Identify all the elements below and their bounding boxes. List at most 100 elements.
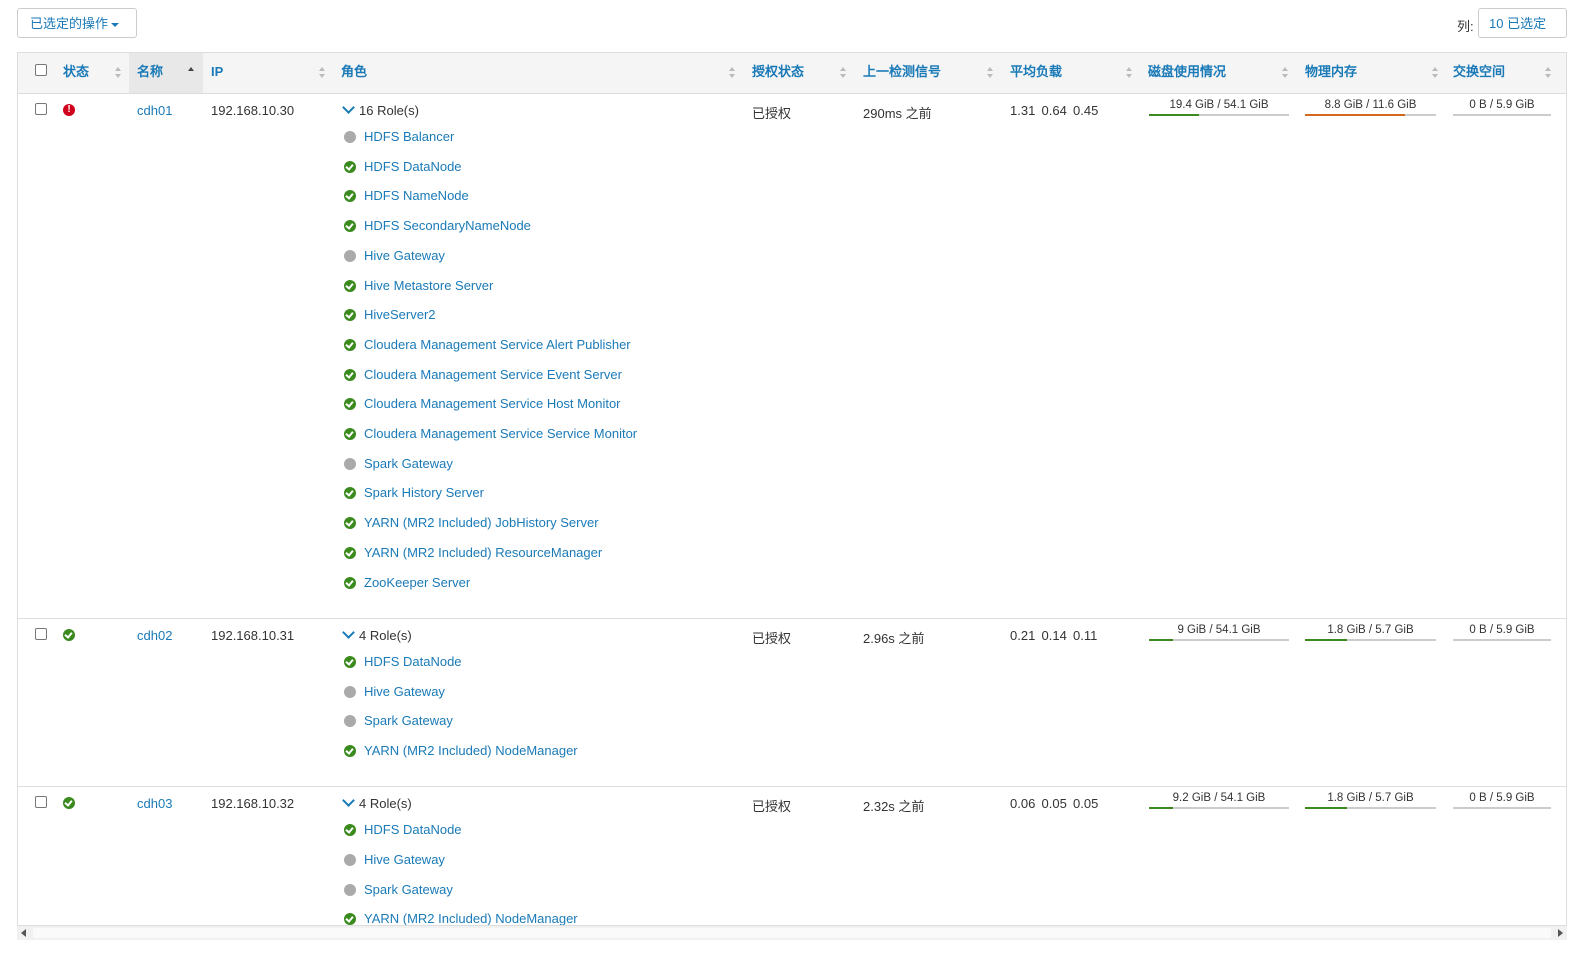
role-item[interactable]: Spark Gateway <box>344 882 724 898</box>
header-heartbeat[interactable]: 上一检测信号 <box>863 53 998 93</box>
select-all-checkbox[interactable] <box>35 64 47 76</box>
header-disk[interactable]: 磁盘使用情况 <box>1148 53 1293 93</box>
header-ip[interactable]: IP <box>211 53 329 93</box>
role-item[interactable]: YARN (MR2 Included) ResourceManager <box>344 545 724 561</box>
role-item[interactable]: Hive Gateway <box>344 248 724 264</box>
role-name-link[interactable]: HDFS Balancer <box>364 129 454 145</box>
role-item[interactable]: Hive Gateway <box>344 684 724 700</box>
scrollbar-thumb[interactable] <box>33 928 1551 938</box>
roles-toggle[interactable]: 16 Role(s) <box>342 101 419 118</box>
role-name-link[interactable]: Cloudera Management Service Host Monitor <box>364 396 621 412</box>
role-item[interactable]: HiveServer2 <box>344 307 724 323</box>
role-name-link[interactable]: HDFS DataNode <box>364 822 462 838</box>
role-item[interactable]: Hive Metastore Server <box>344 278 724 294</box>
role-item[interactable]: Cloudera Management Service Service Moni… <box>344 426 724 442</box>
role-item[interactable]: HDFS Balancer <box>344 129 724 145</box>
header-status[interactable]: 状态 <box>63 53 128 93</box>
role-item[interactable]: HDFS DataNode <box>344 822 724 838</box>
role-name-link[interactable]: YARN (MR2 Included) ResourceManager <box>364 545 602 561</box>
roles-toggle[interactable]: 4 Role(s) <box>342 626 412 643</box>
host-ip: 192.168.10.30 <box>211 103 295 118</box>
auth-status: 已授权 <box>752 630 792 646</box>
role-name-link[interactable]: Spark Gateway <box>364 882 453 898</box>
last-heartbeat: 2.32s 之前 <box>863 799 925 815</box>
header-load[interactable]: 平均负载 <box>1010 53 1135 93</box>
role-item[interactable]: HDFS SecondaryNameNode <box>344 218 724 234</box>
role-ok-icon <box>344 220 356 233</box>
roles-summary: 16 Role(s) <box>359 103 419 118</box>
role-item[interactable]: ZooKeeper Server <box>344 575 724 591</box>
row-checkbox[interactable] <box>35 103 47 115</box>
sort-icon <box>987 67 993 79</box>
horizontal-scrollbar[interactable] <box>17 926 1567 940</box>
role-item[interactable]: Spark Gateway <box>344 713 724 729</box>
sort-icon <box>1282 67 1288 79</box>
role-item[interactable]: YARN (MR2 Included) NodeManager <box>344 743 724 759</box>
role-item[interactable]: YARN (MR2 Included) JobHistory Server <box>344 515 724 531</box>
disk-usage-track <box>1149 638 1289 641</box>
role-item[interactable]: Spark Gateway <box>344 456 724 472</box>
header-swap[interactable]: 交换空间 <box>1453 53 1553 93</box>
role-item[interactable]: HDFS NameNode <box>344 188 724 204</box>
header-roles[interactable]: 角色 <box>341 53 741 93</box>
header-memory[interactable]: 物理内存 <box>1305 53 1440 93</box>
load-average-value: 0.06 <box>1010 796 1036 812</box>
role-ok-icon <box>344 279 356 292</box>
role-item[interactable]: HDFS DataNode <box>344 159 724 175</box>
role-name-link[interactable]: Spark Gateway <box>364 456 453 472</box>
role-name-link[interactable]: YARN (MR2 Included) NodeManager <box>364 743 578 759</box>
role-inactive-icon <box>344 131 356 143</box>
role-name-link[interactable]: HDFS DataNode <box>364 654 462 670</box>
host-name-link[interactable]: cdh02 <box>137 628 172 643</box>
header-auth[interactable]: 授权状态 <box>752 53 852 93</box>
scroll-left-icon[interactable] <box>21 929 26 937</box>
load-average-value: 0.21 <box>1010 627 1036 643</box>
role-name-link[interactable]: Cloudera Management Service Service Moni… <box>364 426 637 442</box>
role-name-link[interactable]: ZooKeeper Server <box>364 575 470 591</box>
host-name-link[interactable]: cdh03 <box>137 796 172 811</box>
roles-toggle[interactable]: 4 Role(s) <box>342 794 412 811</box>
header-roles-label: 角色 <box>341 64 368 79</box>
role-name-link[interactable]: HDFS SecondaryNameNode <box>364 218 531 234</box>
status-ok-icon <box>63 797 75 810</box>
role-ok-icon <box>344 368 356 381</box>
role-name-link[interactable]: Hive Gateway <box>364 852 445 868</box>
role-name-link[interactable]: YARN (MR2 Included) NodeManager <box>364 911 578 925</box>
role-ok-icon <box>344 398 356 411</box>
row-checkbox[interactable] <box>35 796 47 809</box>
role-item[interactable]: Hive Gateway <box>344 852 724 868</box>
memory-usage-track <box>1305 807 1436 810</box>
role-name-link[interactable]: Cloudera Management Service Event Server <box>364 367 622 383</box>
role-name-link[interactable]: HDFS DataNode <box>364 159 462 175</box>
role-name-link[interactable]: Cloudera Management Service Alert Publis… <box>364 337 631 353</box>
role-name-link[interactable]: Hive Gateway <box>364 684 445 700</box>
sort-icon <box>1545 67 1551 79</box>
role-inactive-icon <box>344 457 356 470</box>
selected-actions-button[interactable]: 已选定的操作 <box>17 8 137 38</box>
role-name-link[interactable]: Hive Gateway <box>364 248 445 264</box>
columns-select-button[interactable]: 10 已选定 <box>1478 8 1567 57</box>
scroll-right-icon[interactable] <box>1558 929 1563 937</box>
role-item[interactable]: Cloudera Management Service Alert Publis… <box>344 337 724 353</box>
load-average-value: 0.45 <box>1073 103 1099 118</box>
role-item[interactable]: Cloudera Management Service Event Server <box>344 367 724 383</box>
role-item[interactable]: Cloudera Management Service Host Monitor <box>344 396 724 412</box>
role-item[interactable]: Spark History Server <box>344 485 724 501</box>
disk-usage-fill <box>1149 638 1173 641</box>
header-swap-label: 交换空间 <box>1453 64 1506 79</box>
role-name-link[interactable]: HDFS NameNode <box>364 188 469 204</box>
header-heartbeat-label: 上一检测信号 <box>863 64 942 79</box>
role-ok-icon <box>344 428 356 440</box>
header-disk-label: 磁盘使用情况 <box>1148 64 1227 79</box>
role-name-link[interactable]: Spark History Server <box>364 485 484 501</box>
role-item[interactable]: YARN (MR2 Included) NodeManager <box>344 911 724 925</box>
role-name-link[interactable]: HiveServer2 <box>364 307 436 323</box>
role-name-link[interactable]: YARN (MR2 Included) JobHistory Server <box>364 515 599 531</box>
role-item[interactable]: HDFS DataNode <box>344 654 724 670</box>
role-name-link[interactable]: Spark Gateway <box>364 713 453 729</box>
host-name-link[interactable]: cdh01 <box>137 103 172 118</box>
role-name-link[interactable]: Hive Metastore Server <box>364 278 493 294</box>
header-name[interactable]: 名称 <box>129 53 203 93</box>
row-checkbox[interactable] <box>35 627 47 640</box>
memory-usage-text: 1.8 GiB / 5.7 GiB <box>1327 623 1414 636</box>
